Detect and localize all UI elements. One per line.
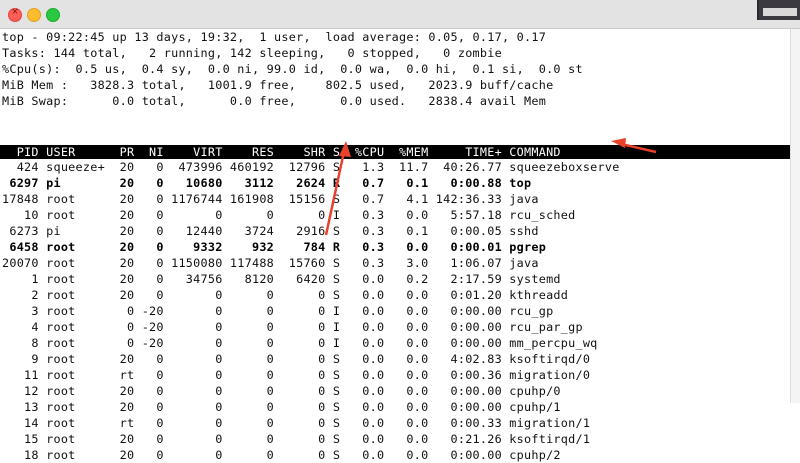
process-row: 2 root 20 0 0 0 0 S 0.0 0.0 0:01.20 kthr…	[2, 288, 569, 302]
process-row: 9 root 20 0 0 0 0 S 0.0 0.0 4:02.83 ksof…	[2, 352, 591, 366]
process-row: 11 root rt 0 0 0 0 S 0.0 0.0 0:00.36 mig…	[2, 368, 591, 382]
process-row: 8 root 0 -20 0 0 0 I 0.0 0.0 0:00.00 mm_…	[2, 336, 598, 350]
uptime-line: top - 09:22:45 up 13 days, 19:32, 1 user…	[2, 30, 547, 44]
process-row: 3 root 0 -20 0 0 0 I 0.0 0.0 0:00.00 rcu…	[2, 304, 554, 318]
tasks-line: Tasks: 144 total, 2 running, 142 sleepin…	[2, 46, 502, 60]
scrollbar[interactable]	[790, 29, 800, 403]
close-icon: ×	[11, 7, 19, 17]
swap-line: MiB Swap: 0.0 total, 0.0 free, 0.0 used.…	[2, 94, 547, 108]
process-row: 15 root 20 0 0 0 0 S 0.0 0.0 0:21.26 kso…	[2, 432, 591, 446]
process-row: 17848 root 20 0 1176744 161908 15156 S 0…	[2, 192, 539, 206]
process-row: 20070 root 20 0 1150080 117488 15760 S 0…	[2, 256, 539, 270]
process-row: 14 root rt 0 0 0 0 S 0.0 0.0 0:00.33 mig…	[2, 416, 591, 430]
memory-line: MiB Mem : 3828.3 total, 1001.9 free, 802…	[2, 78, 554, 92]
process-row: 1 root 20 0 34756 8120 6420 S 0.0 0.2 2:…	[2, 272, 561, 286]
terminal-output[interactable]: top - 09:22:45 up 13 days, 19:32, 1 user…	[0, 29, 800, 462]
minimize-window-button[interactable]	[27, 8, 41, 22]
process-row: 6297 pi 20 0 10680 3112 2624 R 0.7 0.1 0…	[2, 176, 532, 190]
process-row: 424 squeeze+ 20 0 473996 460192 12796 S …	[2, 160, 620, 174]
window-thumbnail	[757, 0, 800, 20]
column-headers: PID USER PR NI VIRT RES SHR S %CPU %MEM …	[2, 145, 561, 159]
cpu-line: %Cpu(s): 0.5 us, 0.4 sy, 0.0 ni, 99.0 id…	[2, 62, 583, 76]
process-row: 6273 pi 20 0 12440 3724 2916 S 0.3 0.1 0…	[2, 224, 539, 238]
zoom-window-button[interactable]	[46, 8, 60, 22]
process-row: 6458 root 20 0 9332 932 784 R 0.3 0.0 0:…	[2, 240, 547, 254]
process-row: 10 root 20 0 0 0 0 I 0.3 0.0 5:57.18 rcu…	[2, 208, 576, 222]
window-titlebar: ×	[0, 0, 800, 29]
process-row: 4 root 0 -20 0 0 0 I 0.0 0.0 0:00.00 rcu…	[2, 320, 583, 334]
process-row: 18 root 20 0 0 0 0 S 0.0 0.0 0:00.00 cpu…	[2, 448, 561, 462]
process-row: 13 root 20 0 0 0 0 S 0.0 0.0 0:00.00 cpu…	[2, 400, 561, 414]
process-row: 12 root 20 0 0 0 0 S 0.0 0.0 0:00.00 cpu…	[2, 384, 561, 398]
close-window-button[interactable]: ×	[8, 7, 22, 22]
